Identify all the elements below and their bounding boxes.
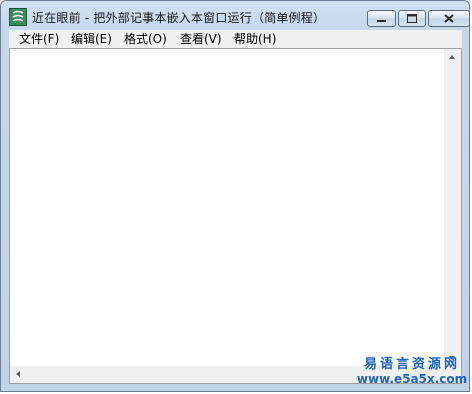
menu-bar: 文件(F) 编辑(E) 格式(O) 查看(V) 帮助(H) bbox=[9, 30, 462, 48]
watermark-url: www.e5a5x.com bbox=[356, 372, 468, 386]
close-button[interactable] bbox=[428, 10, 470, 27]
app-icon[interactable] bbox=[9, 8, 27, 26]
minimize-icon bbox=[377, 20, 386, 22]
vertical-scrollbar[interactable] bbox=[444, 49, 461, 366]
menu-format[interactable]: 格式(O) bbox=[122, 30, 169, 48]
menu-view[interactable]: 查看(V) bbox=[178, 30, 224, 48]
menu-file[interactable]: 文件(F) bbox=[17, 30, 61, 48]
maximize-icon bbox=[407, 14, 417, 23]
text-edit-area[interactable] bbox=[9, 48, 462, 384]
title-bar[interactable]: 近在眼前 - 把外部记事本嵌入本窗口运行（简单例程） bbox=[1, 1, 470, 30]
menu-edit[interactable]: 编辑(E) bbox=[69, 30, 114, 48]
maximize-button[interactable] bbox=[398, 10, 426, 27]
minimize-button[interactable] bbox=[367, 10, 396, 27]
scroll-up-icon[interactable] bbox=[449, 55, 455, 59]
watermark: 易语言资源网 www.e5a5x.com bbox=[356, 357, 468, 386]
window-title: 近在眼前 - 把外部记事本嵌入本窗口运行（简单例程） bbox=[32, 11, 326, 25]
main-window: 近在眼前 - 把外部记事本嵌入本窗口运行（简单例程） 文件(F) 编辑(E) 格… bbox=[0, 0, 470, 392]
watermark-site-name: 易语言资源网 bbox=[363, 357, 460, 372]
menu-help[interactable]: 帮助(H) bbox=[232, 30, 278, 48]
close-icon bbox=[444, 14, 454, 23]
scroll-left-icon[interactable] bbox=[16, 371, 20, 377]
